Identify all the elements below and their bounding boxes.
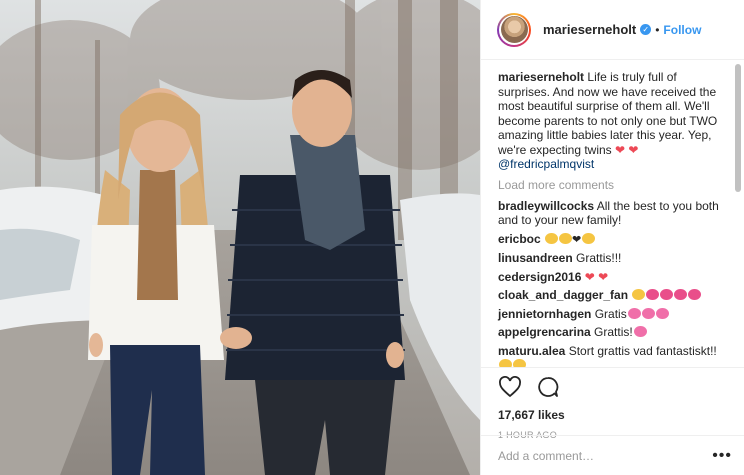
list-item: appelgrencarina Grattis! <box>498 325 730 340</box>
clap-emoji: ❤ <box>544 232 596 246</box>
sparkle-heart-emoji <box>633 326 647 337</box>
post-header: marieserneholt ✓ • Follow <box>481 0 744 60</box>
comment-text: Grattis!!! <box>576 251 622 265</box>
comment-username[interactable]: appelgrencarina <box>498 325 591 339</box>
post-side-panel: marieserneholt ✓ • Follow marieserneholt… <box>480 0 744 475</box>
comments-scrollbar[interactable] <box>733 62 741 362</box>
list-item: ericboc ❤ <box>498 232 730 248</box>
follow-button[interactable]: Follow <box>663 23 701 37</box>
caption: marieserneholt Life is truly full of sur… <box>498 70 730 172</box>
comment-username[interactable]: jennietornhagen <box>498 307 591 321</box>
comment-username[interactable]: bradleywillcocks <box>498 199 594 213</box>
caption-mention[interactable]: @fredricpalmqvist <box>498 157 594 171</box>
caption-username[interactable]: marieserneholt <box>498 70 584 84</box>
add-comment-input[interactable] <box>498 448 698 463</box>
post-photo[interactable] <box>0 0 480 475</box>
sparkle-heart-emoji <box>627 307 669 321</box>
comment-username[interactable]: cloak_and_dagger_fan <box>498 288 628 302</box>
verified-icon: ✓ <box>640 24 652 35</box>
comment-text: Gratis <box>594 306 627 321</box>
list-item: cloak_and_dagger_fan <box>498 288 730 303</box>
comments-list[interactable]: marieserneholt Life is truly full of sur… <box>481 61 730 367</box>
party-emoji <box>631 288 702 302</box>
comment-icon[interactable] <box>536 376 560 403</box>
bottle-emoji <box>498 358 526 367</box>
avatar[interactable] <box>497 12 531 47</box>
heart-emoji: ❤ ❤ <box>615 142 639 157</box>
comment-username[interactable]: linusandreen <box>498 251 573 265</box>
header-username[interactable]: marieserneholt <box>543 22 636 37</box>
separator-dot: • <box>655 22 660 37</box>
comment-username[interactable]: ericboc <box>498 232 541 246</box>
list-item: cedersign2016 ❤ ❤ <box>498 270 730 285</box>
comment-text: Grattis! <box>594 325 633 339</box>
list-item: maturu.alea Stort grattis vad fantastisk… <box>498 343 730 367</box>
list-item: linusandreen Grattis!!! <box>498 251 730 266</box>
heart-icon[interactable] <box>498 375 522 403</box>
likes-count[interactable]: 17,667 likes <box>498 408 744 422</box>
comment-username[interactable]: maturu.alea <box>498 344 565 358</box>
list-item: bradleywillcocks All the best to you bot… <box>498 199 730 228</box>
comment-username[interactable]: cedersign2016 <box>498 270 581 284</box>
heart-emoji: ❤ ❤ <box>584 269 609 284</box>
add-comment-bar: ••• <box>481 435 744 475</box>
comment-text: Stort grattis vad fantastiskt!! <box>568 343 717 358</box>
load-more-comments[interactable]: Load more comments <box>498 178 730 192</box>
post-photo-image <box>0 0 480 475</box>
more-options-icon[interactable]: ••• <box>712 447 732 465</box>
list-item: jennietornhagen Gratis <box>498 307 730 322</box>
